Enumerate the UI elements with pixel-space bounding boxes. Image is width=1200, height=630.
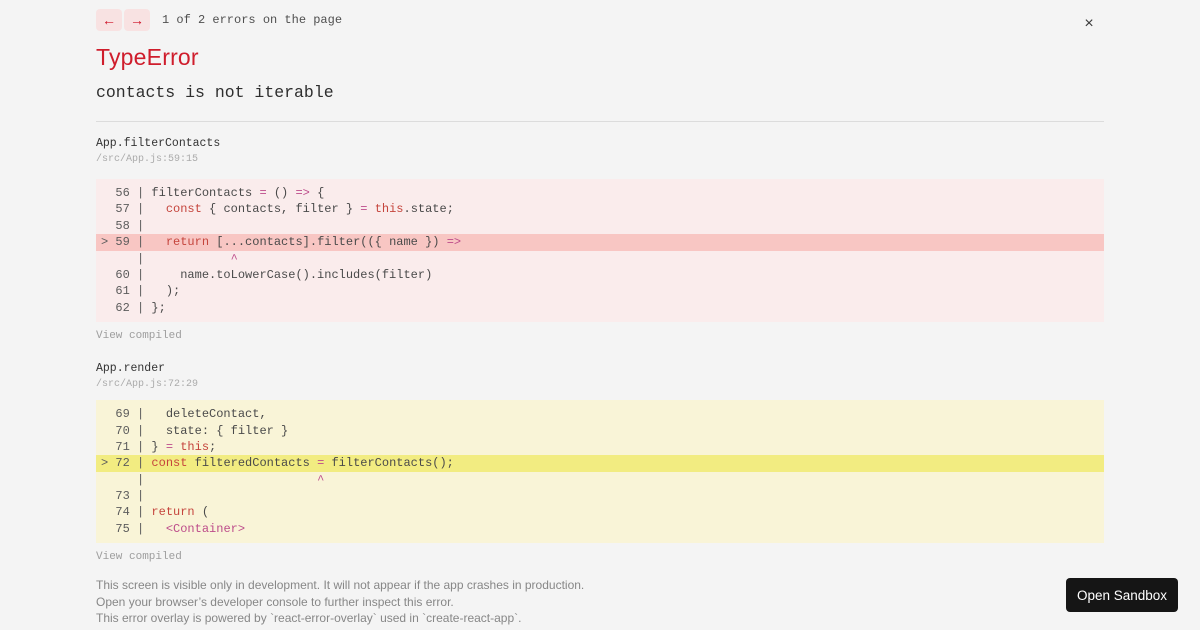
footer-note-dev: This screen is visible only in developme… [96,577,1104,594]
line-number: 56 | [101,186,151,200]
code-line: | ^ [96,472,1104,488]
code-token: deleteContact, [151,407,266,421]
code-line: 70 | state: { filter } [96,423,1104,439]
code-token: this [180,440,209,454]
footer-note-console: Open your browser’s developer console to… [96,594,1104,611]
code-token: => [295,186,309,200]
prev-error-button[interactable]: ← [96,9,122,31]
view-compiled-link[interactable]: View compiled [96,330,182,343]
code-token [151,202,165,216]
arrow-right-icon: → [130,12,144,28]
code-snippet: 69 | deleteContact, 70 | state: { filter… [96,400,1104,543]
footer-note-powered-by: This error overlay is powered by `react-… [96,610,1104,627]
line-number: | [101,252,151,266]
code-token: return [166,235,209,249]
code-token: filteredContacts [187,456,317,470]
close-button[interactable]: × [1078,13,1100,35]
code-token: = [259,186,266,200]
code-token [151,473,317,487]
code-token: = [166,440,173,454]
code-token: ; [209,440,216,454]
code-line: 74 | return ( [96,504,1104,520]
line-number: 57 | [101,202,151,216]
line-number: | [101,473,151,487]
code-line: 58 | [96,218,1104,234]
code-token: () [267,186,296,200]
code-line: > 59 | return [...contacts].filter(({ na… [96,234,1104,250]
divider [96,121,1104,122]
react-error-overlay: ← → 1 of 2 errors on the page TypeError … [0,0,1200,630]
code-line: 62 | }; [96,300,1104,316]
error-nav-header: ← → 1 of 2 errors on the page [96,9,1104,31]
footer-notes: This screen is visible only in developme… [96,577,1104,627]
code-line: > 72 | const filteredContacts = filterCo… [96,455,1104,471]
code-token: name.toLowerCase().includes(filter) [151,268,432,282]
overlay-content: ← → 1 of 2 errors on the page TypeError … [96,0,1104,627]
code-token: ( [195,505,209,519]
stack-frame: App.filterContacts/src/App.js:59:15 56 |… [96,137,1104,343]
code-snippet: 56 | filterContacts = () => { 57 | const… [96,179,1104,322]
code-token: filterContacts [151,186,259,200]
code-token: }; [151,301,165,315]
code-token: filterContacts(); [324,456,454,470]
next-error-button[interactable]: → [124,9,150,31]
code-line: 61 | ); [96,283,1104,299]
code-token: ^ [317,473,324,487]
close-icon: × [1084,15,1093,32]
code-token: ^ [231,252,238,266]
line-number: > 72 | [101,456,151,470]
view-compiled-link[interactable]: View compiled [96,551,182,564]
stack-frames: App.filterContacts/src/App.js:59:15 56 |… [96,137,1104,564]
code-token: { [310,186,324,200]
stack-frame: App.render/src/App.js:72:29 69 | deleteC… [96,362,1104,564]
code-line: | ^ [96,251,1104,267]
code-token [367,202,374,216]
error-counter: 1 of 2 errors on the page [162,13,342,27]
line-number: 61 | [101,284,151,298]
code-token: this [375,202,404,216]
code-line: 71 | } = this; [96,439,1104,455]
code-token [151,235,165,249]
code-token: const [151,456,187,470]
open-sandbox-button[interactable]: Open Sandbox [1066,578,1178,612]
line-number: 75 | [101,522,151,536]
code-token: return [151,505,194,519]
code-token [151,522,165,536]
code-token: { contacts, filter } [202,202,360,216]
line-number: 73 | [101,489,151,503]
code-token [151,252,230,266]
line-number: > 59 | [101,235,151,249]
line-number: 70 | [101,424,151,438]
code-token: ); [151,284,180,298]
code-line: 73 | [96,488,1104,504]
code-line: 56 | filterContacts = () => { [96,185,1104,201]
code-token: => [447,235,461,249]
error-message: contacts is not iterable [96,85,1104,101]
code-token: .state; [404,202,454,216]
line-number: 58 | [101,219,151,233]
line-number: 74 | [101,505,151,519]
code-token: } [151,440,165,454]
code-token: const [166,202,202,216]
frame-source-location: /src/App.js:72:29 [96,378,1104,391]
code-token: <Container> [166,522,245,536]
code-line: 60 | name.toLowerCase().includes(filter) [96,267,1104,283]
line-number: 71 | [101,440,151,454]
frame-function-name: App.filterContacts [96,137,1104,151]
arrow-left-icon: ← [102,12,116,28]
line-number: 62 | [101,301,151,315]
error-type-title: TypeError [96,45,1104,70]
code-line: 69 | deleteContact, [96,406,1104,422]
line-number: 69 | [101,407,151,421]
code-token: state: { filter } [151,424,288,438]
frame-source-location: /src/App.js:59:15 [96,153,1104,166]
code-token: [...contacts].filter(({ name }) [209,235,447,249]
line-number: 60 | [101,268,151,282]
frame-function-name: App.render [96,362,1104,376]
code-line: 75 | <Container> [96,521,1104,537]
code-line: 57 | const { contacts, filter } = this.s… [96,201,1104,217]
